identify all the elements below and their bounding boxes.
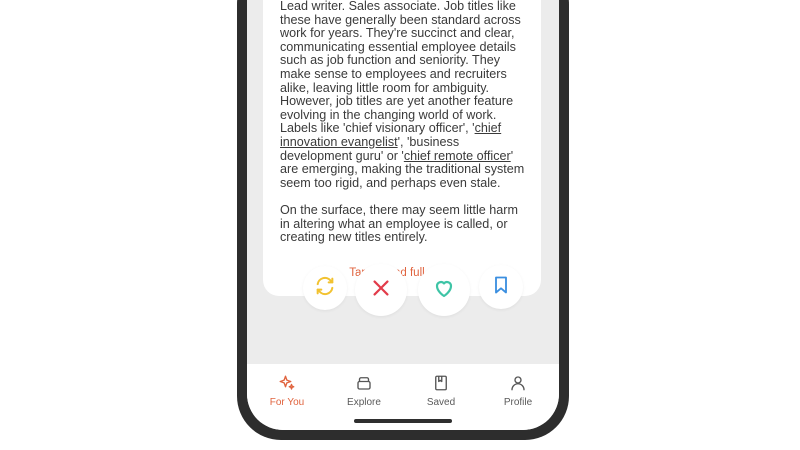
refresh-button[interactable]: [303, 266, 347, 310]
home-indicator[interactable]: [354, 419, 452, 423]
phone-screen: Lead writer. Sales associate. Job titles…: [247, 0, 559, 430]
nav-label-profile: Profile: [503, 397, 533, 408]
heart-icon: [432, 276, 456, 305]
sparkle-icon: [252, 374, 322, 392]
link-chief-remote-officer[interactable]: chief remote officer: [404, 149, 511, 163]
article-paragraph-2: On the surface, there may seem little ha…: [280, 202, 518, 245]
like-button[interactable]: [418, 264, 470, 316]
person-icon: [483, 374, 553, 392]
nav-profile[interactable]: Profile: [483, 374, 553, 408]
phone-frame: Lead writer. Sales associate. Job titles…: [237, 0, 569, 440]
nav-label-explore: Explore: [347, 397, 381, 408]
nav-for-you[interactable]: For You: [252, 374, 322, 408]
refresh-icon: [314, 275, 336, 302]
close-icon: [370, 277, 392, 304]
article-paragraph-1: Lead writer. Sales associate. Job titles…: [280, 0, 525, 190]
bookmark-icon: [491, 274, 511, 301]
nav-explore[interactable]: Explore: [329, 374, 399, 408]
news-card[interactable]: Lead writer. Sales associate. Job titles…: [263, 0, 541, 296]
article-body: Lead writer. Sales associate. Job titles…: [280, 0, 530, 258]
book-icon: [406, 374, 476, 392]
nav-label-for-you: For You: [269, 397, 305, 408]
dismiss-button[interactable]: [355, 264, 407, 316]
nav-saved[interactable]: Saved: [406, 374, 476, 408]
bookmark-button[interactable]: [479, 265, 523, 309]
nav-label-saved: Saved: [426, 397, 456, 408]
explore-icon: [329, 374, 399, 392]
